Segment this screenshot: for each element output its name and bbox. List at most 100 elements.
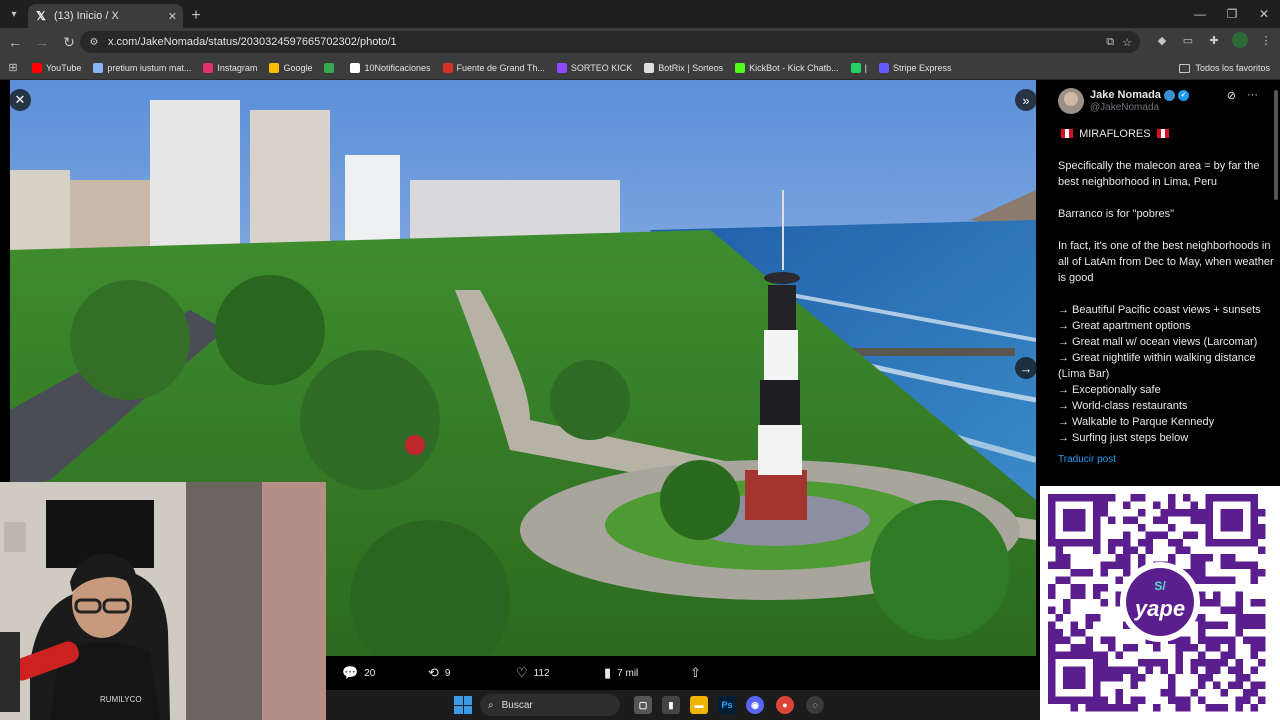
bookmark-favicon-icon — [32, 62, 42, 73]
reply-count: 20 — [364, 667, 376, 679]
minimize-icon[interactable]: — — [1184, 0, 1216, 28]
bookmark-label: Stripe Express — [893, 62, 952, 73]
bookmark-label: Google — [283, 62, 313, 73]
start-button[interactable] — [454, 696, 472, 714]
sidebar-scrollbar[interactable] — [1274, 90, 1278, 200]
bookmark-favicon-icon — [735, 62, 746, 73]
bookmark-label: | — [864, 62, 868, 73]
restore-icon[interactable]: ❐ — [1216, 0, 1248, 28]
browser-tab[interactable]: 𝕏 (13) Inicio / X ✕ — [28, 4, 183, 28]
bookmark-item[interactable]: SORTEO KICK — [551, 62, 638, 73]
bookmark-star-icon[interactable]: ☆ — [1122, 36, 1132, 49]
menu-kebab-icon[interactable]: ⋮ — [1258, 32, 1274, 48]
peru-flag-icon — [1156, 129, 1169, 138]
bookmark-item[interactable]: Stripe Express — [873, 62, 958, 73]
search-icon: ⌕ — [488, 699, 494, 711]
address-bar[interactable]: ⚙ x.com/JakeNomada/status/20303245976657… — [80, 31, 1140, 53]
puzzle-icon[interactable]: ✚ — [1206, 32, 1222, 48]
close-viewer-button[interactable]: ✕ — [9, 89, 31, 111]
reply-button[interactable]: 💬 20 — [342, 665, 375, 681]
extension-icon[interactable]: ◆ — [1154, 32, 1170, 48]
qr-code-graphic: S/yape — [1048, 494, 1266, 712]
view-count: 7 mil — [617, 667, 639, 679]
bookmark-item[interactable]: KickBot - Kick Chatb... — [729, 62, 845, 73]
file-explorer-icon[interactable]: ▬ — [690, 696, 708, 714]
taskbar-search-label: Buscar — [501, 699, 533, 711]
bookmark-favicon-icon — [324, 62, 335, 73]
tweet-bullet: → Great nightlife within walking distanc… — [1058, 352, 1256, 380]
views-button[interactable]: ▮ 7 mil — [604, 665, 638, 681]
qr-currency-label: S/ — [1154, 579, 1166, 593]
bookmark-item[interactable]: YouTube — [26, 62, 87, 73]
tab-title: (13) Inicio / X — [54, 10, 119, 22]
tweet-text: MIRAFLORES Specifically the malecon area… — [1058, 126, 1274, 468]
bookmark-item[interactable] — [318, 62, 344, 73]
translate-link[interactable]: Traducir post — [1058, 452, 1274, 468]
repost-button[interactable]: ⟲ 9 — [428, 665, 450, 681]
bookmark-item[interactable]: 10Notificaciones — [344, 62, 436, 73]
back-button[interactable]: ← — [3, 30, 27, 54]
bookmark-item[interactable]: | — [845, 62, 873, 73]
reload-button[interactable]: ↻ — [57, 30, 81, 54]
bookmark-label: pretium iustum mat... — [107, 62, 192, 73]
bookmark-label: YouTube — [46, 62, 82, 73]
like-button[interactable]: ♡ 112 — [516, 665, 550, 681]
grok-icon[interactable]: ⊘ — [1227, 89, 1236, 102]
app-icon[interactable]: ▮ — [662, 696, 680, 714]
chrome-icon[interactable]: ● — [776, 696, 794, 714]
tab-close-icon[interactable]: ✕ — [168, 10, 177, 23]
tweet-bullet: → Walkable to Parque Kennedy — [1058, 416, 1215, 428]
x-logo-icon: 𝕏 — [36, 9, 46, 23]
bookmark-item[interactable]: Fuente de Grand Th... — [437, 62, 551, 73]
screen: ▾ 𝕏 (13) Inicio / X ✕ + — ❐ ✕ ← → ↻ ⚙ x.… — [0, 0, 1280, 720]
repost-count: 9 — [444, 667, 451, 679]
tweet-bullet: → Great apartment options — [1058, 320, 1191, 332]
collapse-sidebar-button[interactable]: » — [1015, 89, 1037, 111]
discord-icon[interactable]: ◉ — [746, 696, 764, 714]
bookmarks-bar: ⊞ YouTube pretium iustum mat... Instagram G… — [0, 56, 1280, 80]
forward-button[interactable]: → — [30, 30, 54, 54]
tab-search-icon[interactable]: ▾ — [0, 0, 28, 28]
bookmark-label: Instagram — [217, 62, 258, 73]
all-bookmarks-label: Todos los favoritos — [1195, 63, 1270, 73]
bookmark-favicon-icon — [203, 62, 214, 73]
bookmark-item[interactable]: Instagram — [197, 62, 263, 73]
window-close-icon[interactable]: ✕ — [1248, 0, 1280, 28]
bookmark-favicon-icon — [93, 62, 104, 73]
install-app-icon[interactable]: ⧉ — [1106, 36, 1114, 49]
author-handle[interactable]: @JakeNomada — [1090, 102, 1159, 113]
tweet-heading: MIRAFLORES — [1079, 128, 1151, 140]
peru-flag-icon — [1061, 129, 1073, 138]
bookmark-item[interactable]: BotRix | Sorteos — [638, 62, 729, 73]
new-tab-button[interactable]: + — [183, 4, 209, 28]
bookmark-item[interactable]: pretium iustum mat... — [87, 62, 197, 73]
tweet-header: Jake Nomada ✓ @JakeNomada ⊘ ··· — [1056, 88, 1276, 118]
all-bookmarks-folder[interactable]: Todos los favoritos — [1179, 56, 1270, 80]
apps-grid-icon[interactable]: ⊞ — [0, 61, 26, 74]
tweet-paragraph: Specifically the malecon area = by far t… — [1058, 160, 1260, 188]
tweet-bullet-list: → Beautiful Pacific coast views + sunset… — [1058, 302, 1274, 446]
verified-badge-icon: ✓ — [1177, 89, 1189, 101]
site-info-icon[interactable]: ⚙ — [88, 36, 100, 48]
more-options-icon[interactable]: ··· — [1247, 89, 1258, 101]
bookmark-item[interactable]: Google — [263, 62, 318, 73]
browser-toolbar: ← → ↻ ⚙ x.com/JakeNomada/status/20303245… — [0, 28, 1280, 56]
photoshop-icon[interactable]: Ps — [718, 696, 736, 714]
extension-icon[interactable]: ▭ — [1180, 32, 1196, 48]
heart-icon: ♡ — [516, 665, 528, 680]
taskbar-search[interactable]: ⌕ Buscar — [480, 694, 620, 716]
next-photo-button[interactable]: → — [1015, 357, 1037, 379]
globe-icon — [1163, 89, 1175, 101]
share-button[interactable]: ⇧ — [690, 665, 701, 681]
task-view-icon[interactable]: ▢ — [634, 696, 652, 714]
bar-chart-icon: ▮ — [604, 665, 612, 680]
webcam-overlay: RUMILYCO — [0, 482, 326, 720]
window-controls: — ❐ ✕ — [1184, 0, 1280, 28]
reply-icon: 💬 — [342, 665, 359, 680]
profile-avatar[interactable] — [1232, 32, 1248, 48]
author-name-row[interactable]: Jake Nomada ✓ — [1090, 89, 1189, 101]
tweet-bullet: → World-class restaurants — [1058, 400, 1188, 412]
app-icon[interactable]: ◌ — [806, 696, 824, 714]
avatar[interactable] — [1058, 88, 1084, 114]
shirt-text: RUMILYCO — [100, 695, 142, 704]
